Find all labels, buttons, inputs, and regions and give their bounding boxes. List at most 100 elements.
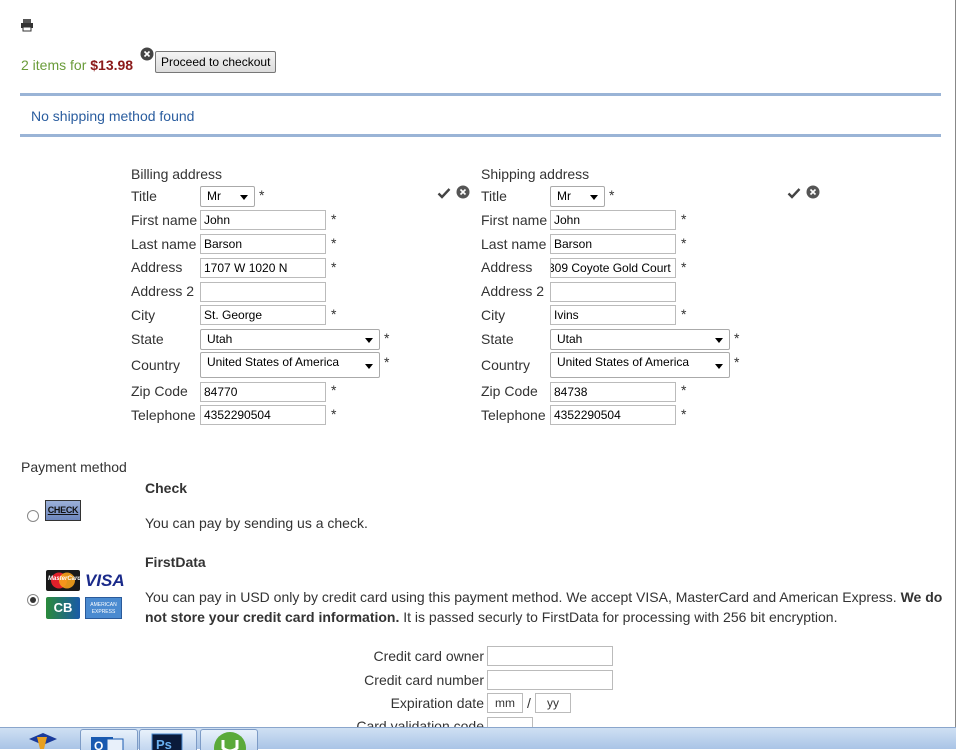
billing-telephone-input[interactable]: 4352290504	[200, 405, 326, 425]
check-payment-description: You can pay by sending us a check.	[145, 515, 368, 531]
shipping-zip-label: Zip Code	[481, 383, 538, 399]
checkout-page: 2 items for $13.98 Proceed to checkout N…	[0, 0, 956, 727]
shipping-city-input[interactable]: Ivins	[550, 305, 676, 325]
card-validation-code-label: Card validation code	[300, 719, 484, 727]
billing-cancel-icon[interactable]	[456, 185, 470, 199]
proceed-to-checkout-button[interactable]: Proceed to checkout	[155, 51, 277, 73]
billing-confirm-check-icon[interactable]	[437, 186, 451, 200]
billing-address2-input[interactable]	[200, 282, 326, 302]
billing-state-select[interactable]: Utah	[200, 329, 380, 350]
shipping-state-required: *	[734, 330, 740, 346]
shipping-country-select[interactable]: United States of America	[550, 352, 730, 378]
shipping-title-select[interactable]: Mr	[550, 186, 605, 207]
cart-total-price: $13.98	[90, 57, 134, 73]
shipping-telephone-label: Telephone	[481, 407, 546, 423]
billing-address-label: Address	[131, 259, 183, 275]
shipping-last-name-input[interactable]: Barson	[550, 234, 676, 254]
billing-zip-input[interactable]: 84770	[200, 382, 326, 402]
card-number-input[interactable]	[487, 670, 613, 690]
billing-state-value: Utah	[207, 332, 233, 346]
billing-telephone-required: *	[331, 406, 337, 422]
shipping-telephone-input[interactable]: 4352290504	[550, 405, 676, 425]
check-logo: CHECK	[45, 500, 81, 521]
shipping-method-message: No shipping method found	[31, 108, 195, 124]
billing-city-input[interactable]: St. George	[200, 305, 326, 325]
outlook-logo-icon: O	[91, 737, 124, 750]
shipping-last-name-required: *	[681, 235, 687, 251]
shipping-zip-input[interactable]: 84738	[550, 382, 676, 402]
billing-last-name-label: Last name	[131, 236, 197, 252]
billing-address-input[interactable]: 1707 W 1020 N	[200, 258, 326, 278]
billing-state-required: *	[384, 330, 390, 346]
firstdata-payment-description: You can pay in USD only by credit card u…	[145, 587, 945, 627]
outlook-icon[interactable]: O	[80, 729, 138, 750]
billing-zip-label: Zip Code	[131, 383, 188, 399]
card-owner-input[interactable]	[487, 646, 613, 666]
shipping-state-value: Utah	[557, 332, 583, 346]
mastercard-logo: MasterCard	[46, 570, 82, 591]
shipping-address-input[interactable]: 309 Coyote Gold Court	[550, 258, 676, 278]
shipping-first-name-label: First name	[481, 212, 548, 228]
mastercard-logo-text: MasterCard	[48, 576, 82, 582]
visa-logo: VISA	[85, 571, 125, 590]
payment-method-heading: Payment method	[21, 459, 127, 475]
firstdata-payment-radio[interactable]	[27, 594, 39, 606]
shipping-city-label: City	[481, 307, 506, 323]
billing-state-label: State	[131, 331, 164, 347]
svg-text:Ps: Ps	[156, 737, 172, 750]
check-payment-title: Check	[145, 480, 188, 496]
billing-last-name-required: *	[331, 235, 337, 251]
taskbar: O Ps	[0, 727, 956, 750]
expiration-separator: /	[527, 695, 531, 711]
start-icon[interactable]	[17, 729, 65, 750]
shipping-state-select[interactable]: Utah	[550, 329, 730, 350]
shipping-first-name-input[interactable]: John	[550, 210, 676, 230]
card-validation-code-input[interactable]	[487, 717, 533, 727]
shipping-country-label: Country	[481, 357, 531, 373]
shipping-title-required: *	[609, 187, 615, 203]
billing-address-heading: Billing address	[131, 166, 223, 182]
billing-city-label: City	[131, 307, 156, 323]
expiration-month-input[interactable]: mm	[487, 693, 523, 713]
billing-country-required: *	[384, 354, 390, 370]
billing-first-name-input[interactable]: John	[200, 210, 326, 230]
firstdata-desc-part1: You can pay in USD only by credit card u…	[145, 589, 897, 605]
shipping-country-value: United States of America	[557, 355, 690, 369]
billing-country-label: Country	[131, 357, 181, 373]
billing-country-value: United States of America	[207, 355, 340, 369]
utorrent-logo-icon	[214, 732, 246, 750]
check-payment-radio[interactable]	[27, 510, 39, 522]
utorrent-icon[interactable]	[200, 729, 258, 750]
cart-summary: 2 items for $13.98	[21, 57, 133, 73]
billing-last-name-input[interactable]: Barson	[200, 234, 326, 254]
shipping-cancel-icon[interactable]	[806, 185, 820, 199]
expiration-date-label: Expiration date	[390, 695, 484, 711]
card-validation-code-text: Card validation code	[356, 719, 484, 727]
shipping-address2-label: Address 2	[481, 283, 545, 299]
shipping-address-heading: Shipping address	[481, 166, 590, 182]
check-logo-text: CHECK	[47, 505, 79, 515]
remove-cart-icon[interactable]	[140, 47, 154, 61]
amex-logo: AMERICAN EXPRESS	[85, 597, 122, 619]
billing-title-label: Title	[131, 188, 157, 204]
photoshop-icon[interactable]: Ps	[139, 729, 197, 750]
shipping-first-name-required: *	[681, 211, 687, 227]
cb-logo: CB	[46, 597, 80, 619]
shipping-city-required: *	[681, 306, 687, 322]
expiration-year-input[interactable]: yy	[535, 693, 571, 713]
billing-first-name-label: First name	[131, 212, 198, 228]
shipping-address2-input[interactable]	[550, 282, 676, 302]
billing-country-select[interactable]: United States of America	[200, 352, 380, 378]
billing-title-value: Mr	[207, 189, 221, 203]
shipping-state-label: State	[481, 331, 514, 347]
billing-title-select[interactable]: Mr	[200, 186, 255, 207]
start-logo-icon	[29, 733, 57, 749]
print-icon[interactable]	[20, 18, 34, 32]
shipping-address-label: Address	[481, 259, 533, 275]
billing-telephone-label: Telephone	[131, 407, 196, 423]
shipping-title-label: Title	[481, 188, 507, 204]
billing-title-required: *	[259, 187, 265, 203]
svg-text:O: O	[94, 739, 103, 750]
shipping-title-value: Mr	[557, 189, 571, 203]
shipping-confirm-check-icon[interactable]	[787, 186, 801, 200]
